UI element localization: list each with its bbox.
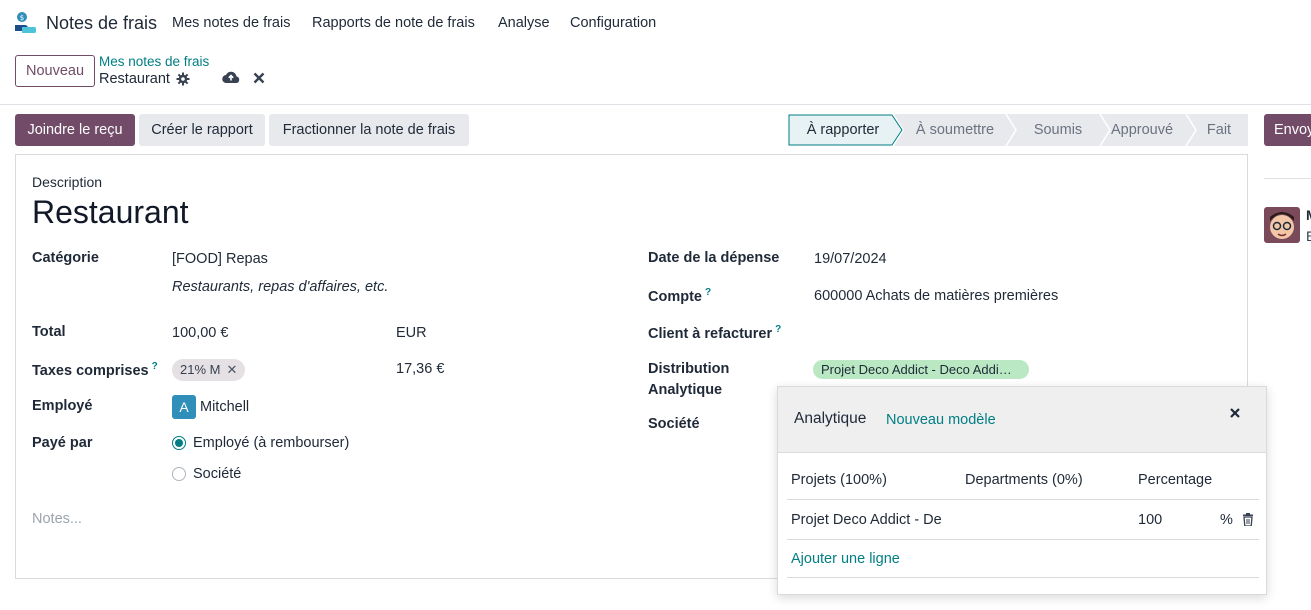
footer-divider <box>787 577 1259 578</box>
account-field[interactable]: 600000 Achats de matières premières <box>814 288 1058 304</box>
menu-configuration[interactable]: Configuration <box>570 15 656 31</box>
taxes-label: Taxes comprises? <box>32 361 158 379</box>
paid-by-label: Payé par <box>32 435 93 451</box>
radio-employee[interactable] <box>172 436 186 450</box>
distribution-label-2: Analytique <box>648 382 723 398</box>
date-label: Date de la dépense <box>648 250 780 266</box>
attach-receipt-button[interactable]: Joindre le reçu <box>15 114 135 146</box>
top-navbar: $ Notes de frais Mes notes de frais Rapp… <box>0 0 1311 46</box>
column-percentage[interactable]: Percentage <box>1138 472 1212 488</box>
total-field[interactable]: 100,00 € <box>172 325 228 341</box>
popover-header: Analytique Nouveau modèle <box>778 387 1266 453</box>
chatter-subtext: E <box>1306 228 1311 244</box>
radio-company[interactable] <box>172 467 186 481</box>
account-label: Compte? <box>648 287 712 305</box>
row-percentage-field[interactable]: 100 <box>1138 512 1162 528</box>
notes-field[interactable]: Notes... <box>32 511 82 527</box>
close-icon[interactable] <box>1228 406 1242 420</box>
employee-field[interactable]: Mitchell <box>200 399 249 415</box>
row-divider <box>787 539 1259 540</box>
breadcrumb-parent[interactable]: Mes notes de frais <box>99 54 209 69</box>
chatter-divider <box>1264 178 1311 179</box>
add-line-link[interactable]: Ajouter une ligne <box>791 551 900 567</box>
send-button[interactable]: Envoy <box>1264 114 1311 146</box>
stage-submitted[interactable]: Soumis <box>1016 114 1100 146</box>
expense-app-logo-icon[interactable]: $ <box>14 11 36 35</box>
tax-tag[interactable]: 21% M ✕ <box>172 359 246 381</box>
row-percent-unit: % <box>1220 512 1233 528</box>
help-icon[interactable]: ? <box>775 324 781 335</box>
description-label: Description <box>32 174 103 190</box>
status-bar: À rapporter À soumettre Soumis Approuvé … <box>788 114 1248 146</box>
employee-avatar: A <box>172 395 196 419</box>
split-expense-button[interactable]: Fractionner la note de frais <box>269 114 469 146</box>
column-projects[interactable]: Projets (100%) <box>791 472 887 488</box>
chatter-author: M <box>1306 207 1311 223</box>
category-field[interactable]: [FOOD] Repas <box>172 251 268 267</box>
radio-employee-label[interactable]: Employé (à rembourser) <box>193 435 349 451</box>
help-icon[interactable]: ? <box>705 287 711 298</box>
trash-icon[interactable] <box>1242 513 1254 526</box>
menu-expense-reports[interactable]: Rapports de note de frais <box>312 15 475 31</box>
radio-company-label[interactable]: Société <box>193 466 241 482</box>
distribution-label-1: Distribution <box>648 361 730 377</box>
currency-field[interactable]: EUR <box>396 325 427 341</box>
popover-title: Analytique <box>794 410 867 427</box>
remove-tag-icon[interactable]: ✕ <box>226 362 237 377</box>
stage-approved[interactable]: Approuvé <box>1108 114 1176 146</box>
discard-icon[interactable] <box>252 71 266 85</box>
analytic-popover: Analytique Nouveau modèle Projets (100%)… <box>777 386 1267 595</box>
save-cloud-icon[interactable] <box>222 70 240 85</box>
menu-my-expenses[interactable]: Mes notes de frais <box>172 15 290 31</box>
stage-done[interactable]: Fait <box>1196 114 1242 146</box>
menu-analysis[interactable]: Analyse <box>498 15 550 31</box>
category-label: Catégorie <box>32 250 99 266</box>
company-label: Société <box>648 416 700 432</box>
new-model-link[interactable]: Nouveau modèle <box>886 412 996 428</box>
total-label: Total <box>32 324 66 340</box>
app-title[interactable]: Notes de frais <box>46 13 157 34</box>
client-label: Client à refacturer? <box>648 324 782 342</box>
tax-amount: 17,36 € <box>396 361 445 377</box>
stage-to-report[interactable]: À rapporter <box>788 114 898 146</box>
new-button[interactable]: Nouveau <box>15 55 95 87</box>
breadcrumb-current: Restaurant <box>99 71 170 87</box>
svg-text:$: $ <box>20 14 24 22</box>
employee-label: Employé <box>32 398 93 414</box>
divider <box>0 104 1311 105</box>
row-project-field[interactable]: Projet Deco Addict - De <box>791 512 945 528</box>
date-field[interactable]: 19/07/2024 <box>814 251 887 267</box>
help-icon[interactable]: ? <box>152 361 158 372</box>
gear-icon[interactable] <box>176 72 190 86</box>
tax-tag-label: 21% M <box>180 362 221 377</box>
user-avatar-icon[interactable] <box>1264 207 1300 243</box>
category-hint: Restaurants, repas d'affaires, etc. <box>172 279 389 295</box>
create-report-button[interactable]: Créer le rapport <box>139 114 265 146</box>
header-divider <box>787 499 1259 500</box>
column-departments[interactable]: Departments (0%) <box>965 472 1083 488</box>
analytic-distribution-tag[interactable]: Projet Deco Addict - Deco Addi… <box>813 360 1029 379</box>
stage-to-submit[interactable]: À soumettre <box>904 114 1006 146</box>
expense-title-input[interactable]: Restaurant <box>32 194 189 231</box>
